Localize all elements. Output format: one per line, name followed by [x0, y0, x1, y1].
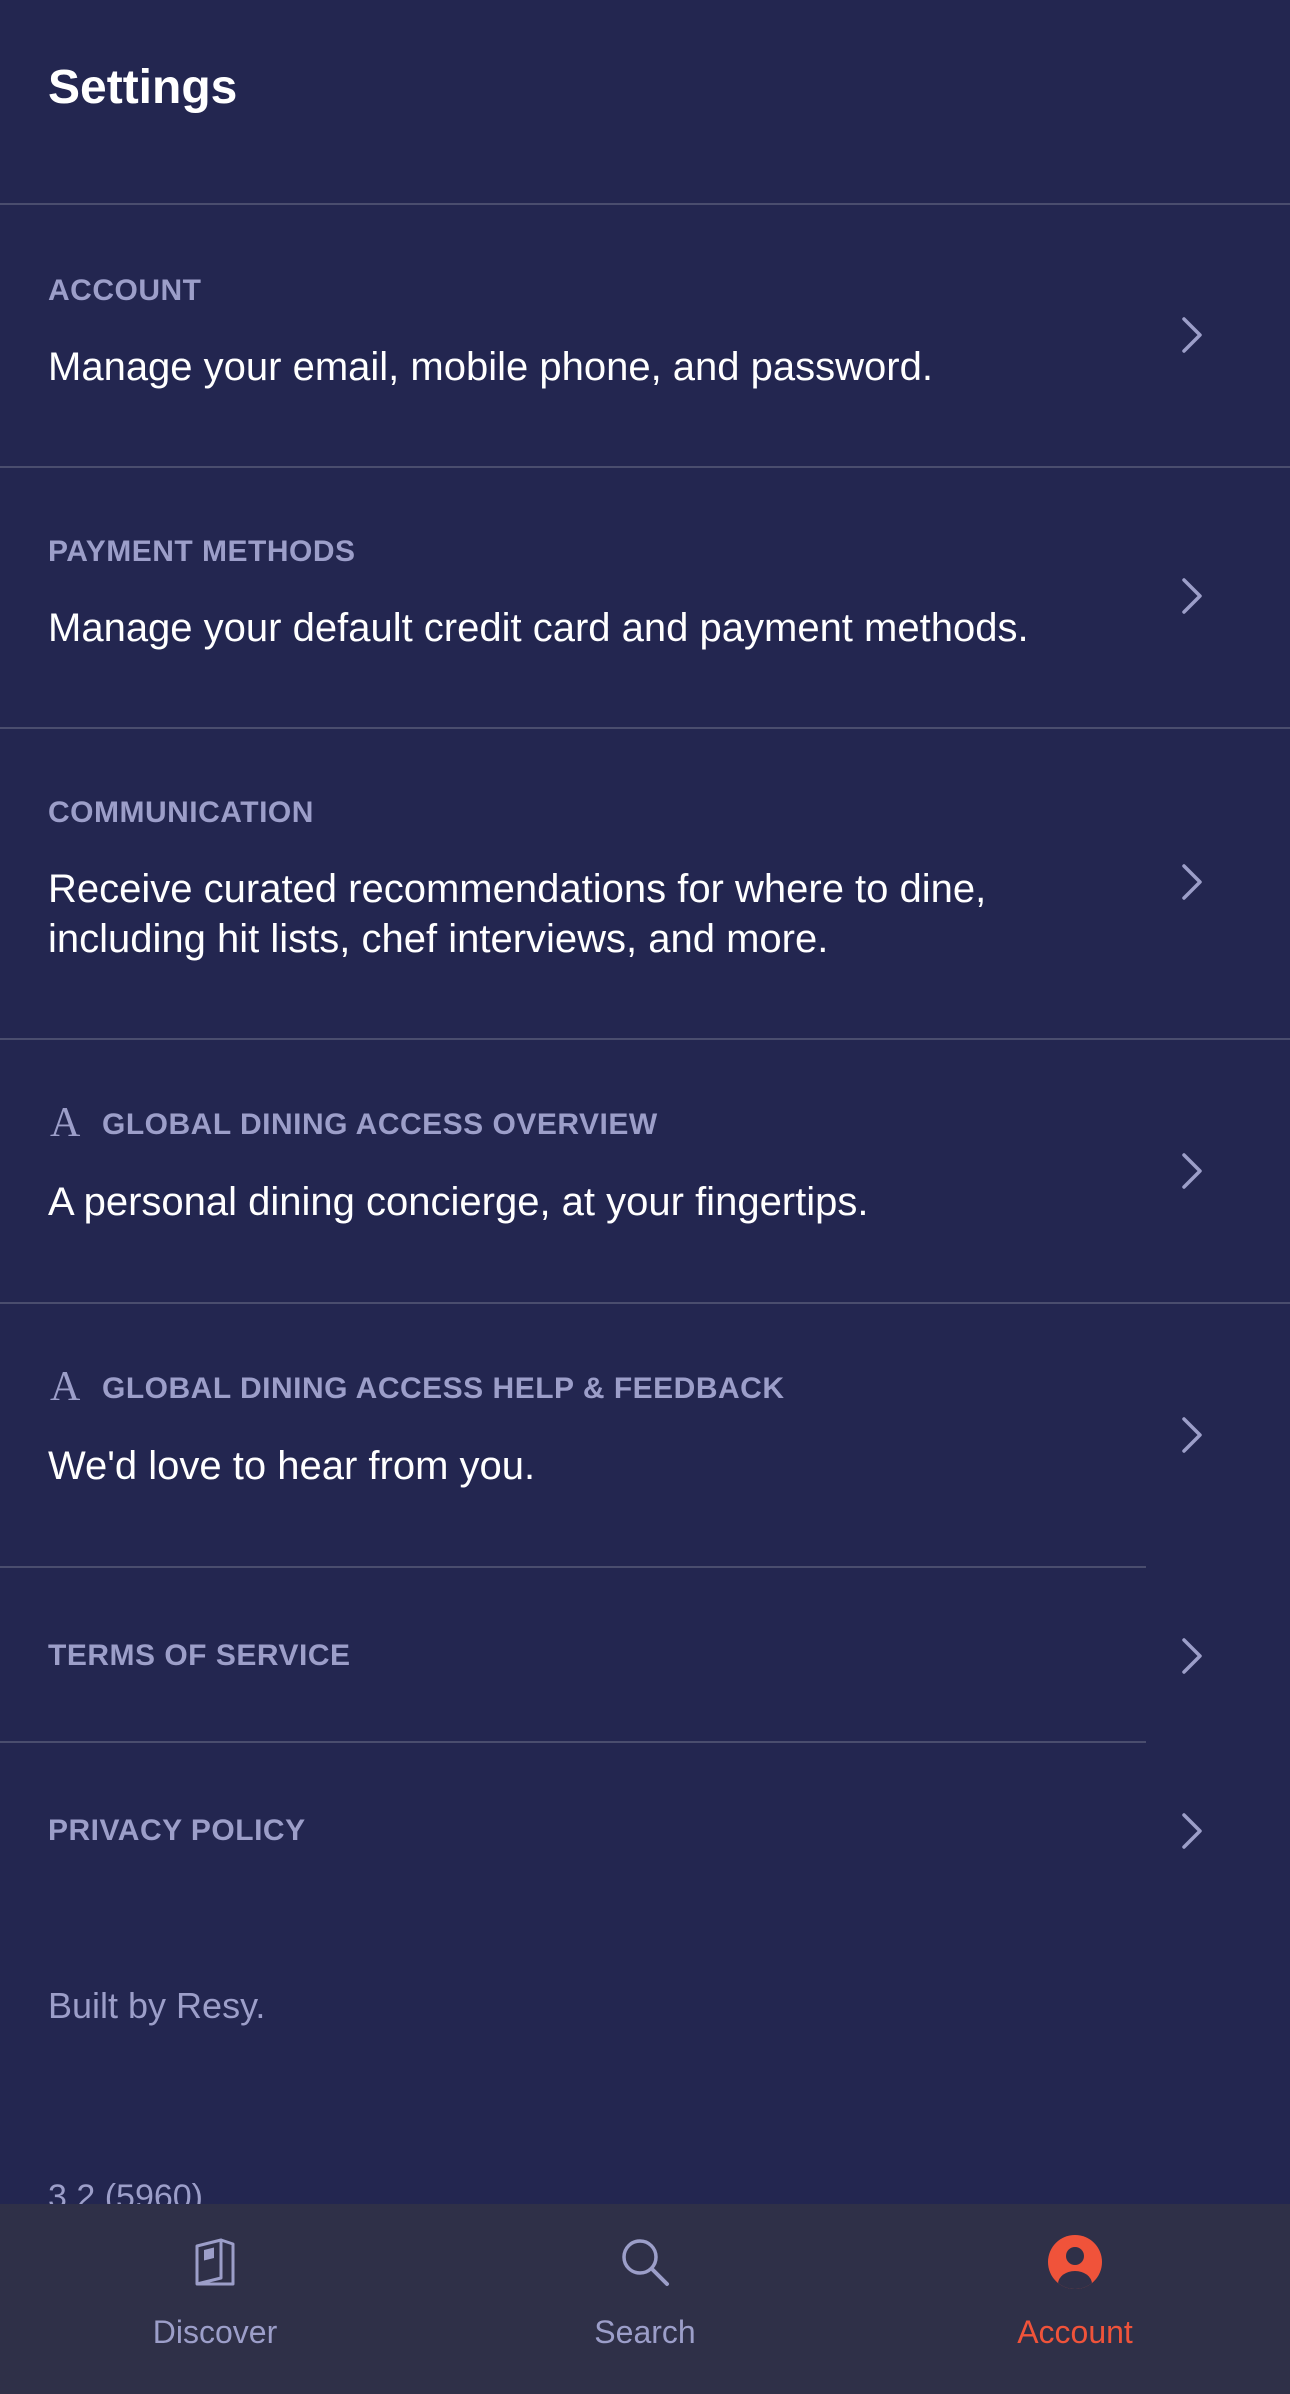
account-icon — [1047, 2234, 1103, 2290]
row-description: Manage your default credit card and paym… — [48, 606, 1029, 650]
row-label: ACCOUNT — [48, 274, 202, 307]
settings-row-privacy-policy[interactable]: PRIVACY POLICY — [0, 1743, 1290, 1913]
settings-row-terms-of-service[interactable]: TERMS OF SERVICE — [0, 1568, 1290, 1743]
settings-row-payment-methods[interactable]: PAYMENT METHODS Manage your default cred… — [0, 468, 1290, 729]
chevron-right-icon — [1170, 1149, 1214, 1193]
chevron-right-icon — [1170, 1413, 1214, 1457]
book-icon — [187, 2234, 243, 2290]
settings-row-global-dining-access-overview[interactable]: A GLOBAL DINING ACCESS OVERVIEW A person… — [0, 1040, 1290, 1304]
row-label: COMMUNICATION — [48, 796, 314, 829]
header: Settings — [0, 0, 1290, 205]
tab-account[interactable]: Account — [860, 2204, 1290, 2394]
chevron-right-icon — [1170, 1634, 1214, 1678]
row-description: We'd love to hear from you. — [48, 1444, 536, 1488]
tab-discover[interactable]: Discover — [0, 2204, 430, 2394]
tab-search[interactable]: Search — [430, 2204, 860, 2394]
row-description: Receive curated recommendations for wher… — [48, 867, 987, 961]
chevron-right-icon — [1170, 574, 1214, 618]
chevron-right-icon — [1170, 313, 1214, 357]
tab-label: Account — [1017, 2314, 1133, 2350]
settings-row-communication[interactable]: COMMUNICATION Receive curated recommenda… — [0, 729, 1290, 1040]
row-label: GLOBAL DINING ACCESS OVERVIEW — [102, 1108, 658, 1141]
tab-label: Discover — [152, 2314, 278, 2350]
search-icon — [617, 2234, 673, 2290]
built-by-text: Built by Resy. — [48, 1985, 266, 2026]
row-label: GLOBAL DINING ACCESS HELP & FEEDBACK — [102, 1372, 785, 1405]
amex-a-icon: A — [50, 1100, 81, 1146]
row-description: A personal dining concierge, at your fin… — [48, 1180, 869, 1224]
amex-a-icon: A — [50, 1364, 81, 1410]
row-label: PAYMENT METHODS — [48, 535, 356, 568]
settings-row-global-dining-access-help[interactable]: A GLOBAL DINING ACCESS HELP & FEEDBACK W… — [0, 1304, 1290, 1568]
chevron-right-icon — [1170, 1809, 1214, 1853]
chevron-right-icon — [1170, 860, 1214, 904]
row-label: TERMS OF SERVICE — [48, 1639, 351, 1672]
row-description: Manage your email, mobile phone, and pas… — [48, 345, 933, 389]
page-title: Settings — [48, 61, 238, 114]
tab-label: Search — [594, 2314, 696, 2350]
bottom-tab-bar: Discover Search Account — [0, 2204, 1290, 2394]
settings-row-account[interactable]: ACCOUNT Manage your email, mobile phone,… — [0, 207, 1290, 468]
row-label: PRIVACY POLICY — [48, 1814, 306, 1847]
